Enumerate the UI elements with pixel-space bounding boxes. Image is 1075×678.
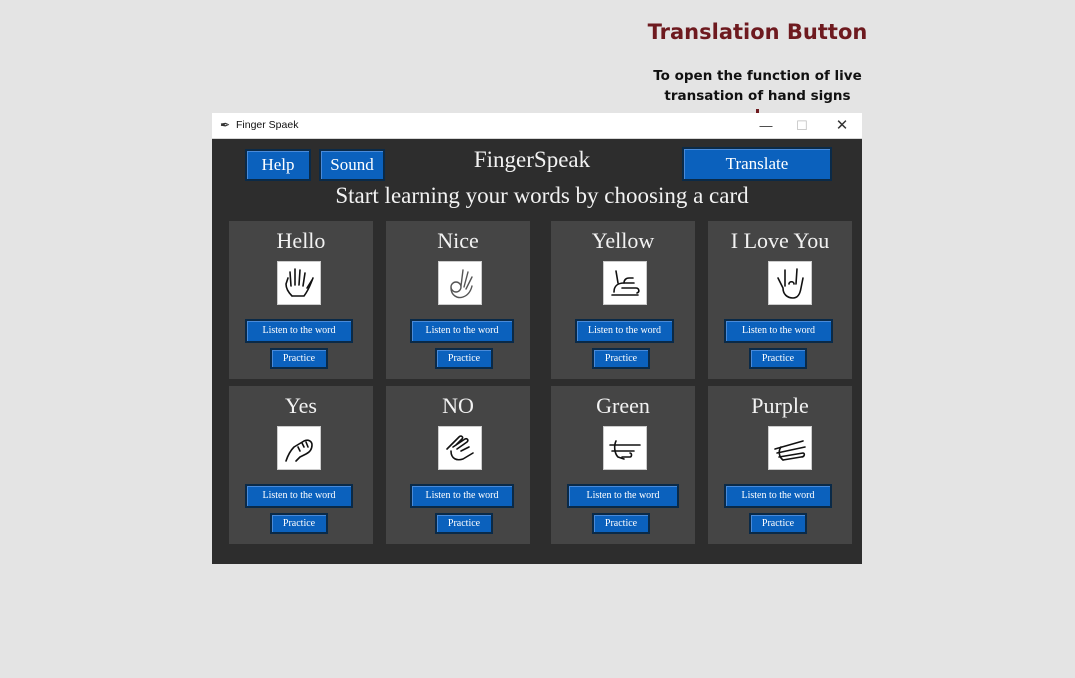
listen-button[interactable]: Listen to the word <box>724 319 833 343</box>
card-word: Hello <box>276 228 326 253</box>
hand-sign-yellow-icon <box>603 261 647 305</box>
practice-button[interactable]: Practice <box>749 348 807 369</box>
practice-button[interactable]: Practice <box>270 513 328 534</box>
app-title: FingerSpeak <box>473 147 591 172</box>
help-button[interactable]: Help <box>245 149 311 181</box>
maximize-button[interactable]: ☐ <box>788 116 816 136</box>
hand-sign-no-icon <box>438 426 482 470</box>
listen-button[interactable]: Listen to the word <box>575 319 674 343</box>
listen-button[interactable]: Listen to the word <box>410 319 514 343</box>
annotation-title: Translation Button <box>647 20 868 44</box>
practice-button[interactable]: Practice <box>435 513 493 534</box>
window-titlebar: ✒ Finger Spaek — ☐ ✕ <box>212 113 862 139</box>
word-card-i-love-you[interactable]: I Love You Listen to the word Practice <box>708 221 852 379</box>
fist-hand-icon <box>277 426 321 470</box>
practice-button[interactable]: Practice <box>749 513 807 534</box>
practice-button[interactable]: Practice <box>592 348 650 369</box>
card-word: Purple <box>751 393 809 418</box>
close-button[interactable]: ✕ <box>828 116 856 136</box>
practice-button[interactable]: Practice <box>592 513 650 534</box>
flat-hand-icon <box>768 426 812 470</box>
window-title: Finger Spaek <box>236 119 299 131</box>
love-you-hand-icon <box>768 261 812 305</box>
sound-button[interactable]: Sound <box>319 149 385 181</box>
translate-button[interactable]: Translate <box>682 147 832 181</box>
listen-button[interactable]: Listen to the word <box>724 484 832 508</box>
minimize-button[interactable]: — <box>752 116 780 136</box>
feather-icon: ✒ <box>220 118 231 132</box>
listen-button[interactable]: Listen to the word <box>410 484 514 508</box>
card-word: Green <box>596 393 650 418</box>
listen-button[interactable]: Listen to the word <box>245 484 353 508</box>
practice-button[interactable]: Practice <box>270 348 328 369</box>
listen-button[interactable]: Listen to the word <box>245 319 353 343</box>
practice-button[interactable]: Practice <box>435 348 493 369</box>
word-card-no[interactable]: NO Listen to the word Practice <box>386 386 530 544</box>
word-card-yellow[interactable]: Yellow Listen to the word Practice <box>551 221 695 379</box>
word-card-hello[interactable]: Hello Listen to the word Practice <box>229 221 373 379</box>
card-word: I Love You <box>730 228 830 253</box>
word-card-nice[interactable]: Nice Listen to the word Practice <box>386 221 530 379</box>
pointing-hand-icon <box>603 426 647 470</box>
word-card-yes[interactable]: Yes Listen to the word Practice <box>229 386 373 544</box>
word-card-green[interactable]: Green Listen to the word Practice <box>551 386 695 544</box>
listen-button[interactable]: Listen to the word <box>567 484 679 508</box>
annotation-description: To open the function of live transation … <box>653 68 862 104</box>
card-word: NO <box>442 393 474 418</box>
card-word: Yes <box>284 393 317 418</box>
card-word: Nice <box>437 228 479 253</box>
page-subtitle: Start learning your words by choosing a … <box>335 183 749 208</box>
card-word: Yellow <box>591 228 655 253</box>
word-card-purple[interactable]: Purple Listen to the word Practice <box>708 386 852 544</box>
open-hand-icon <box>277 261 321 305</box>
ok-hand-icon <box>438 261 482 305</box>
app-window: ✒ Finger Spaek — ☐ ✕ Help Sound FingerSp… <box>212 113 862 564</box>
